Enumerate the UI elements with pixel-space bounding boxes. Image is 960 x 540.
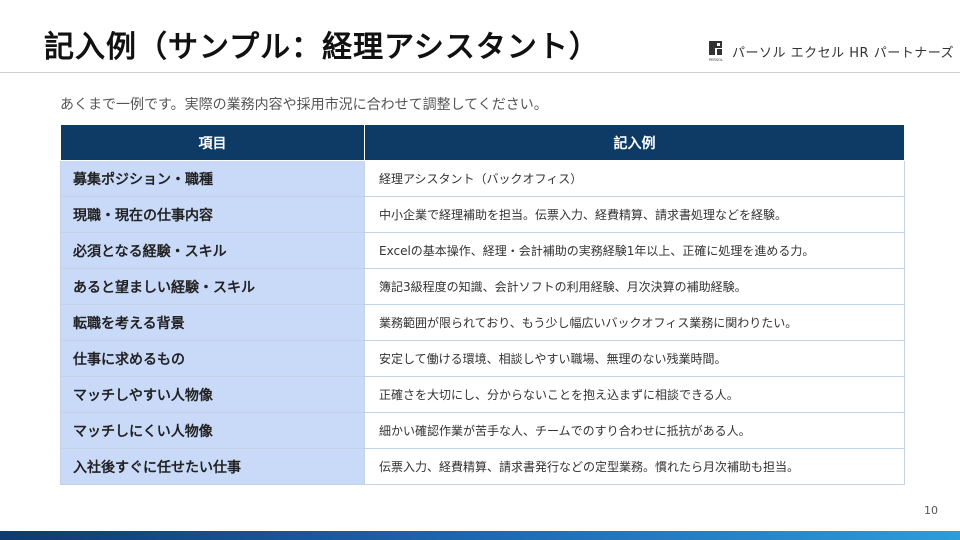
- footer-gradient-bar: [0, 531, 960, 540]
- row-label: 仕事に求めるもの: [60, 340, 365, 377]
- title-divider: [0, 72, 960, 73]
- row-value: 伝票入力、経費精算、請求書発行などの定型業務。慣れたら月次補助も担当。: [364, 448, 905, 485]
- table-row: 転職を考える背景 業務範囲が限られており、もう少し幅広いバックオフィス業務に関わ…: [60, 304, 905, 341]
- row-label: 入社後すぐに任せたい仕事: [60, 448, 365, 485]
- row-value: 経理アシスタント（バックオフィス）: [364, 160, 905, 197]
- row-label: あると望ましい経験・スキル: [60, 268, 365, 305]
- row-label: 募集ポジション・職種: [60, 160, 365, 197]
- row-label: マッチしにくい人物像: [60, 412, 365, 449]
- table-header-row: 項目 記入例: [60, 124, 905, 161]
- row-label: 転職を考える背景: [60, 304, 365, 341]
- row-value: 業務範囲が限られており、もう少し幅広いバックオフィス業務に関わりたい。: [364, 304, 905, 341]
- company-logo: PERSOL パーソル エクセル HR パートナーズ: [708, 40, 954, 62]
- subtitle-note: あくまで一例です。実際の業務内容や採用市況に合わせて調整してください。: [60, 97, 548, 113]
- row-label: 必須となる経験・スキル: [60, 232, 365, 269]
- row-value: 中小企業で経理補助を担当。伝票入力、経費精算、請求書処理などを経験。: [364, 196, 905, 233]
- sample-table: 項目 記入例 募集ポジション・職種 経理アシスタント（バックオフィス） 現職・現…: [60, 124, 905, 485]
- row-value: 正確さを大切にし、分からないことを抱え込まずに相談できる人。: [364, 376, 905, 413]
- row-label: 現職・現在の仕事内容: [60, 196, 365, 233]
- table-row: マッチしにくい人物像 細かい確認作業が苦手な人、チームでのすり合わせに抵抗がある…: [60, 412, 905, 449]
- page-number: 10: [924, 504, 938, 517]
- table-row: 仕事に求めるもの 安定して働ける環境、相談しやすい職場、無理のない残業時間。: [60, 340, 905, 377]
- row-label: マッチしやすい人物像: [60, 376, 365, 413]
- table-row: 募集ポジション・職種 経理アシスタント（バックオフィス）: [60, 160, 905, 197]
- table-row: マッチしやすい人物像 正確さを大切にし、分からないことを抱え込まずに相談できる人…: [60, 376, 905, 413]
- column-header-example: 記入例: [364, 124, 905, 161]
- logo-mark-text: PERSOL: [709, 58, 723, 62]
- row-value: 簿記3級程度の知識、会計ソフトの利用経験、月次決算の補助経験。: [364, 268, 905, 305]
- table-row: あると望ましい経験・スキル 簿記3級程度の知識、会計ソフトの利用経験、月次決算の…: [60, 268, 905, 305]
- persol-logo-icon: PERSOL: [709, 41, 723, 62]
- column-header-item: 項目: [60, 124, 365, 161]
- row-value: 安定して働ける環境、相談しやすい職場、無理のない残業時間。: [364, 340, 905, 377]
- logo-text: パーソル エクセル HR パートナーズ: [732, 45, 955, 61]
- page-title: 記入例（サンプル：経理アシスタント）: [44, 30, 600, 65]
- table-row: 入社後すぐに任せたい仕事 伝票入力、経費精算、請求書発行などの定型業務。慣れたら…: [60, 448, 905, 485]
- table-row: 必須となる経験・スキル Excelの基本操作、経理・会計補助の実務経験1年以上、…: [60, 232, 905, 269]
- table-row: 現職・現在の仕事内容 中小企業で経理補助を担当。伝票入力、経費精算、請求書処理な…: [60, 196, 905, 233]
- row-value: Excelの基本操作、経理・会計補助の実務経験1年以上、正確に処理を進める力。: [364, 232, 905, 269]
- row-value: 細かい確認作業が苦手な人、チームでのすり合わせに抵抗がある人。: [364, 412, 905, 449]
